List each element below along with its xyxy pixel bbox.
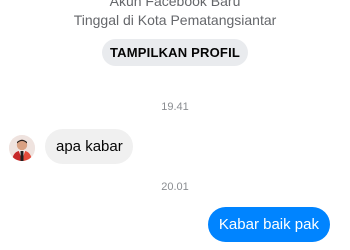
- message-timestamp: 19.41: [161, 101, 189, 113]
- view-profile-button[interactable]: TAMPILKAN PROFIL: [102, 39, 248, 66]
- outgoing-message-bubble[interactable]: Kabar baik pak: [207, 207, 330, 242]
- incoming-message-bubble[interactable]: apa kabar: [45, 129, 133, 164]
- profile-location: Tinggal di Kota Pematangsiantar: [73, 12, 277, 28]
- avatar-icon: [9, 135, 35, 161]
- message-timestamp: 20.01: [161, 181, 189, 193]
- incoming-message-text: apa kabar: [56, 138, 123, 155]
- profile-subtitle: Akun Facebook Baru: [109, 0, 241, 9]
- contact-avatar[interactable]: [9, 135, 35, 161]
- outgoing-message-text: Kabar baik pak: [218, 216, 319, 233]
